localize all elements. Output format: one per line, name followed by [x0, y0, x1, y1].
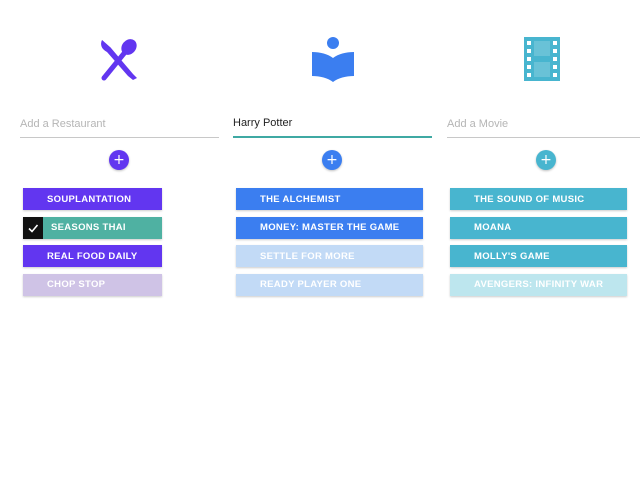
list-item-label: MOLLY'S GAME	[474, 250, 550, 262]
list-item[interactable]: REAL FOOD DAILY	[23, 245, 162, 267]
book-reader-icon	[233, 34, 433, 86]
list-item-label: SETTLE FOR MORE	[260, 250, 355, 262]
list-item[interactable]: THE SOUND OF MUSIC	[450, 188, 628, 210]
list-item-label: SEASONS THAI	[51, 222, 126, 233]
film-strip-icon	[447, 34, 637, 86]
list-item[interactable]: AVENGERS: INFINITY WAR	[450, 273, 628, 296]
add-restaurant-button[interactable]: +	[109, 150, 129, 170]
checkmark-icon[interactable]	[23, 216, 43, 239]
restaurant-icon	[20, 34, 220, 86]
restaurant-input-field	[20, 112, 219, 138]
list-item-label: READY PLAYER ONE	[260, 279, 362, 290]
movie-input-field	[447, 112, 640, 138]
list-item-label: THE SOUND OF MUSIC	[474, 193, 585, 205]
add-movie-button[interactable]: +	[536, 150, 556, 170]
movies-column: + THE SOUND OF MUSIC MOANA MOLLY'S GAME …	[447, 0, 640, 480]
list-item[interactable]: MONEY: MASTER THE GAME	[236, 216, 424, 239]
movie-input[interactable]	[447, 112, 640, 138]
list-item-label: MOANA	[474, 222, 512, 233]
books-column: + THE ALCHEMIST MONEY: MASTER THE GAME S…	[233, 0, 433, 480]
restaurant-list: SOUPLANTATION SEASONS THAI REAL FOOD DAI…	[23, 188, 162, 302]
list-item[interactable]: READY PLAYER ONE	[236, 273, 424, 296]
list-item[interactable]: THE ALCHEMIST	[236, 188, 424, 210]
book-input-field	[233, 112, 432, 138]
list-item-label: MONEY: MASTER THE GAME	[260, 222, 400, 233]
list-item[interactable]: SOUPLANTATION	[23, 188, 162, 210]
list-item[interactable]: MOANA	[450, 216, 628, 239]
list-item-label: CHOP STOP	[47, 279, 106, 290]
list-item[interactable]: SEASONS THAI	[23, 216, 162, 239]
list-item-label: AVENGERS: INFINITY WAR	[474, 279, 604, 290]
book-input[interactable]	[233, 112, 432, 138]
restaurant-input[interactable]	[20, 112, 219, 138]
add-book-button[interactable]: +	[322, 150, 342, 170]
list-item[interactable]: CHOP STOP	[23, 273, 162, 296]
list-item[interactable]: SETTLE FOR MORE	[236, 245, 424, 267]
list-item-label: REAL FOOD DAILY	[47, 250, 138, 262]
restaurants-column: + SOUPLANTATION SEASONS THAI REAL FOOD D…	[20, 0, 220, 480]
list-item[interactable]: MOLLY'S GAME	[450, 245, 628, 267]
book-list: THE ALCHEMIST MONEY: MASTER THE GAME SET…	[236, 188, 424, 302]
list-item-label: SOUPLANTATION	[47, 193, 132, 205]
list-item-label: THE ALCHEMIST	[260, 193, 341, 205]
movie-list: THE SOUND OF MUSIC MOANA MOLLY'S GAME AV…	[450, 188, 628, 302]
